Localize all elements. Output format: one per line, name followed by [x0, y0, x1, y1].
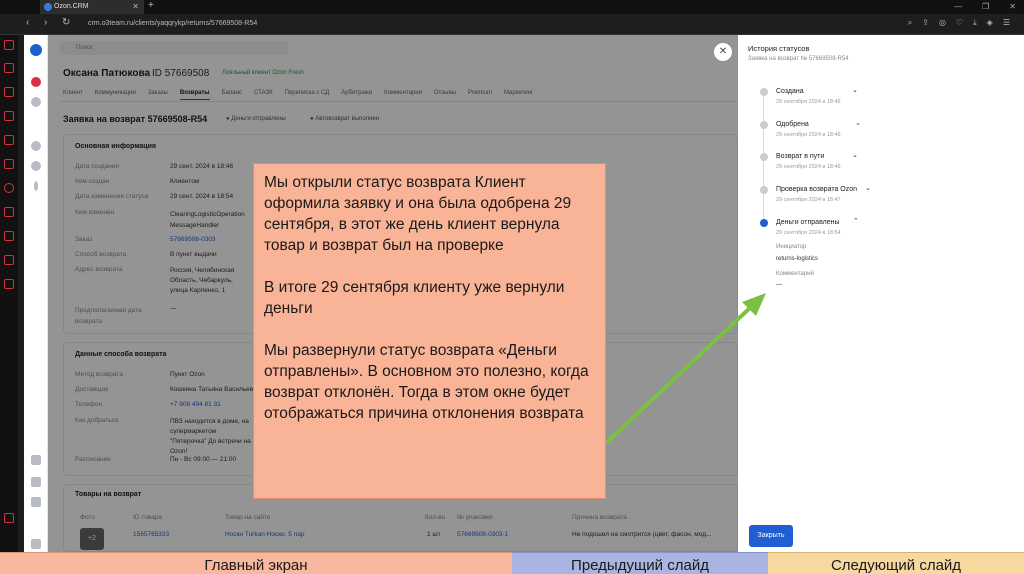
- next-slide-button[interactable]: Следующий слайд: [768, 552, 1024, 574]
- note-paragraph-2: В итоге 29 сентября клиенту уже вернули …: [264, 279, 565, 317]
- note-paragraph-3: Мы развернули статус возврата «Деньги от…: [264, 342, 589, 422]
- note-paragraph-1: Мы открыли статус возврата Клиент оформи…: [264, 174, 572, 254]
- home-slide-button[interactable]: Главный экран: [0, 552, 512, 574]
- annotation-note: Мы открыли статус возврата Клиент оформи…: [253, 163, 606, 499]
- previous-slide-button[interactable]: Предыдущий слайд: [512, 552, 768, 574]
